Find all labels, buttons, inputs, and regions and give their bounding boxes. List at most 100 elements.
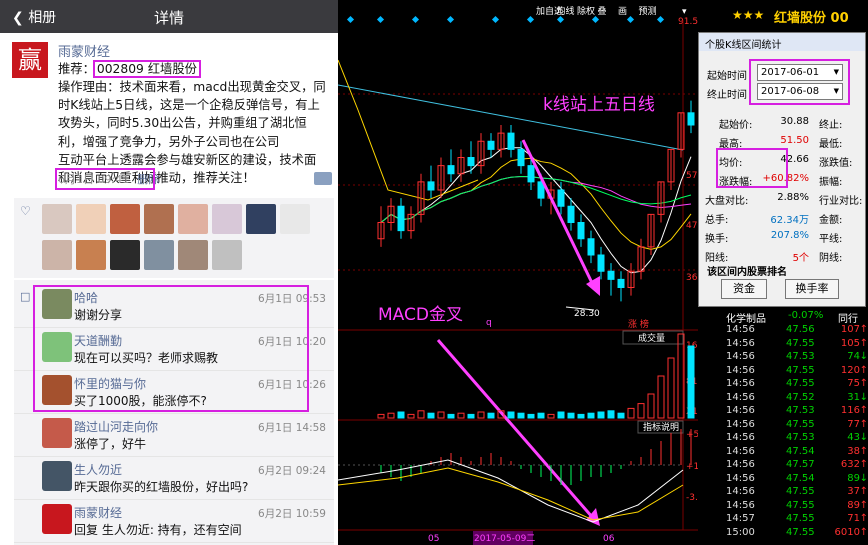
industry-name: 化学制品 [726, 314, 766, 325]
dea-line [338, 467, 684, 521]
macd-label: 指标说明 [643, 421, 679, 433]
macd-tick: +5.92 [686, 430, 698, 440]
comment-row[interactable]: 雨蒙财经 回复 生人勿近: 持有，还有空间 6月2日 10:59 [14, 498, 334, 543]
commenter-avatar[interactable] [42, 418, 72, 448]
more-actions-icon[interactable] [314, 172, 332, 185]
tick-volume: 75 [847, 378, 860, 389]
liker-avatar[interactable] [246, 204, 276, 234]
volume-bar [537, 412, 545, 419]
rank-title: 该区间内股票排名 [707, 267, 787, 278]
highlight-box [749, 59, 850, 105]
tick-price: 47.55 [786, 364, 815, 376]
candle-body [527, 165, 535, 183]
commenter-avatar[interactable] [42, 504, 72, 534]
liker-avatar[interactable] [42, 204, 72, 234]
comment-text: 涨停了，好牛 [74, 437, 147, 451]
liker-avatar[interactable] [76, 204, 106, 234]
liker-avatar[interactable] [76, 240, 106, 270]
volume-bar [627, 407, 635, 419]
macd-tick: +1.02 [686, 462, 698, 472]
likes-area: ♡ [14, 198, 334, 278]
tick-time: 14:56 [726, 405, 755, 416]
candle-body [587, 238, 595, 256]
dialog-title-text: 个股K线区间统计 [705, 40, 782, 51]
candle-body [467, 157, 475, 167]
liker-avatar[interactable] [212, 204, 242, 234]
comment-time: 6月2日 10:59 [258, 508, 326, 520]
liker-avatar[interactable] [144, 204, 174, 234]
commenter-avatar[interactable] [42, 461, 72, 491]
tick-time: 14:56 [726, 472, 755, 484]
liker-avatar[interactable] [144, 240, 174, 270]
heart-icon: ♡ [20, 204, 31, 218]
post-line: 攻势头，同时5.30出公告，并购重组了湖北恒 [58, 116, 307, 131]
author-name[interactable]: 雨蒙财经 [58, 41, 110, 60]
vol-label: 成交量 [638, 332, 665, 344]
tick-header: 化学制品 -0.07% 同行 [698, 310, 868, 325]
turnover-button[interactable]: 换手率 [785, 279, 839, 299]
liker-avatar[interactable] [178, 240, 208, 270]
post-line: 互动平台上透露会参与雄安新区的建设，技术面 [58, 152, 317, 167]
volume-bar [547, 413, 555, 419]
candle-body [567, 205, 575, 223]
tick-price: 47.55 [786, 378, 815, 389]
commenter-name[interactable]: 生人勿近 [74, 461, 122, 478]
toolbar-item: 叠 [598, 6, 607, 17]
stock-name: 红墙股份 00 [774, 11, 849, 26]
tick-volume: 89 [847, 499, 860, 511]
comment-row[interactable]: 踏过山河走向你 涨停了，好牛 6月1日 14:58 [14, 412, 334, 457]
author-avatar[interactable]: 赢 [12, 42, 48, 78]
volume-bar [397, 411, 405, 419]
liker-avatar[interactable] [280, 204, 310, 234]
tick-price: 47.55 [786, 513, 815, 524]
tick-time: 14:56 [726, 391, 755, 403]
page-title: 详情 [153, 9, 184, 27]
tick-price: 47.52 [786, 391, 815, 403]
comment-time: 6月2日 09:24 [258, 465, 326, 477]
volume-bar [447, 413, 455, 419]
highlight-box [33, 285, 309, 412]
candle-body [487, 140, 495, 150]
arrow-up-icon: ↑ [859, 378, 868, 389]
end-label: 终止时间 [707, 90, 747, 101]
candle-body [557, 189, 565, 207]
stat-label-right: 平线: [819, 234, 843, 245]
tick-time: 14:56 [726, 459, 755, 470]
arrow-up-icon: ↑ [859, 418, 868, 430]
stat-label-right: 终止: [819, 120, 843, 131]
tick-volume: 31 [847, 391, 860, 403]
funds-button[interactable]: 资金 [721, 279, 767, 299]
liker-avatar[interactable] [212, 240, 242, 270]
candle-body [447, 165, 455, 175]
liker-avatar[interactable] [110, 204, 140, 234]
date-label: 05 [428, 534, 439, 544]
liker-avatar[interactable] [42, 240, 72, 270]
tick-volume: 38 [847, 445, 860, 457]
tick-volume: 89 [847, 472, 860, 484]
commenter-name[interactable]: 踏过山河走向你 [74, 418, 158, 435]
volume-bar [517, 412, 525, 419]
tick-volume: 120 [840, 364, 860, 376]
recommend-stock: 002809 红墙股份 [92, 60, 201, 78]
tick-price: 47.54 [786, 472, 815, 484]
candle-body [397, 205, 405, 232]
tick-price: 47.55 [786, 418, 815, 430]
comment-row[interactable]: 生人勿近 昨天跟你买的红墙股份，好出吗? 6月2日 09:24 [14, 455, 334, 500]
recommend-line: 推荐： 002809 红墙股份 [58, 59, 201, 78]
liker-avatar[interactable] [178, 204, 208, 234]
arrow-down-icon: ↓ [859, 432, 868, 443]
volume-bar [557, 411, 565, 419]
candle-body [507, 132, 515, 150]
volume-bar [507, 411, 515, 419]
tick-volume: 37 [847, 486, 860, 497]
volume-bar [607, 410, 615, 419]
chart-canvas: 加自选均线除权叠画预测▾91.5128.30q574736k线站上五日线MACD… [338, 0, 698, 545]
volume-bar [377, 413, 385, 419]
volume-bar [407, 413, 415, 419]
arrow-up-icon: ↑ [859, 486, 868, 497]
tick-price: 47.53 [786, 405, 815, 416]
liker-avatar[interactable] [110, 240, 140, 270]
tick-price: 47.55 [786, 499, 815, 511]
commenter-name[interactable]: 雨蒙财经 [74, 504, 122, 521]
arrow-up-icon: ↑ [859, 364, 868, 376]
